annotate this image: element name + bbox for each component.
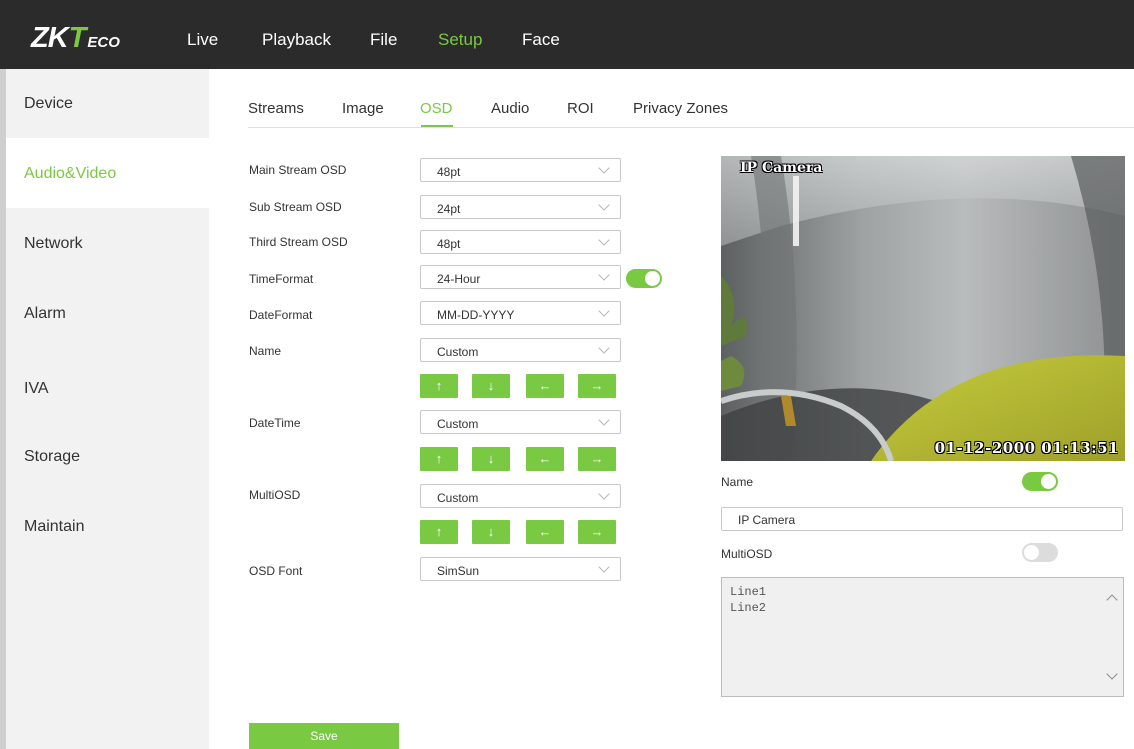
time-format-select[interactable]: 24-Hour [420,265,621,289]
multiosd-textarea[interactable]: Line1 Line2 [721,577,1124,697]
tab-roi[interactable]: ROI [567,100,594,117]
name-move-right-button[interactable]: → [578,374,616,398]
tab-image[interactable]: Image [342,100,384,117]
multiosd-position-value: Custom [437,491,479,505]
datetime-position-value: Custom [437,417,479,431]
label-time-format: TimeFormat [249,272,314,286]
label-multiosd-text: MultiOSD [721,547,773,561]
chevron-down-icon [598,488,610,500]
sidebar-item-network[interactable]: Network [24,235,83,253]
chevron-down-icon [598,305,610,317]
toggle-knob [1024,545,1039,560]
sidebar-item-audio-video[interactable]: Audio&Video [24,165,116,183]
sub-stream-osd-select[interactable]: 24pt [420,195,621,219]
name-move-down-button[interactable]: ↓ [472,374,510,398]
nav-file[interactable]: File [370,30,397,50]
datetime-move-down-button[interactable]: ↓ [472,447,510,471]
toggle-knob [1041,474,1056,489]
zkteco-logo: ZK T ECO [31,22,120,54]
label-sub-stream-osd: Sub Stream OSD [249,200,342,214]
multiosd-move-up-button[interactable]: ↑ [420,520,458,544]
tab-streams[interactable]: Streams [248,100,304,117]
chevron-down-icon [598,199,610,211]
multiosd-toggle[interactable] [1022,543,1058,562]
date-format-select[interactable]: MM-DD-YYYY [420,301,621,325]
sidebar-item-iva[interactable]: IVA [24,380,49,398]
chevron-down-icon [598,342,610,354]
third-stream-osd-select[interactable]: 48pt [420,230,621,254]
chevron-down-icon [598,414,610,426]
camera-preview: IP Camera 01-12-2000 01:13:51 [721,156,1125,461]
save-button[interactable]: Save [249,723,399,749]
top-navigation-bar: ZK T ECO Live Playback File Setup Face [0,0,1134,69]
osd-font-value: SimSun [437,564,480,578]
label-date-format: DateFormat [249,308,313,322]
osd-datetime-overlay: 01-12-2000 01:13:51 [934,439,1119,457]
name-position-value: Custom [437,345,479,359]
chevron-down-icon [598,162,610,174]
tab-audio[interactable]: Audio [491,100,529,117]
tab-active-underline [421,125,453,127]
sidebar-item-device[interactable]: Device [24,95,73,113]
date-format-value: MM-DD-YYYY [437,308,515,322]
multiosd-position-select[interactable]: Custom [420,484,621,508]
sub-stream-osd-value: 24pt [437,202,461,216]
label-multiosd: MultiOSD [249,488,301,502]
multiosd-move-right-button[interactable]: → [578,520,616,544]
datetime-move-up-button[interactable]: ↑ [420,447,458,471]
multiosd-line: Line1 [730,585,767,599]
datetime-move-right-button[interactable]: → [578,447,616,471]
label-osd-font: OSD Font [249,564,303,578]
osd-name-input[interactable]: IP Camera [721,507,1123,531]
nav-setup[interactable]: Setup [438,30,482,50]
label-datetime: DateTime [249,416,301,430]
sidebar-item-alarm[interactable]: Alarm [24,305,66,323]
name-move-up-button[interactable]: ↑ [420,374,458,398]
camera-scene-image [721,156,1125,461]
scroll-down-icon[interactable] [1106,668,1118,680]
name-move-left-button[interactable]: ← [526,374,564,398]
logo-t: T [68,22,87,54]
nav-face[interactable]: Face [522,30,560,50]
label-main-stream-osd: Main Stream OSD [249,163,347,177]
multiosd-line: Line2 [730,601,767,615]
sub-tabs: Streams Image OSD Audio ROI Privacy Zone… [248,100,1134,128]
third-stream-osd-value: 48pt [437,237,461,251]
multiosd-move-left-button[interactable]: ← [526,520,564,544]
datetime-move-left-button[interactable]: ← [526,447,564,471]
logo-zk: ZK [31,22,69,54]
logo-eco: ECO [87,34,120,51]
time-format-value: 24-Hour [437,272,481,286]
label-name: Name [249,344,282,358]
osd-font-select[interactable]: SimSun [420,557,621,581]
datetime-position-select[interactable]: Custom [420,410,621,434]
nav-live[interactable]: Live [187,30,218,50]
multiosd-move-down-button[interactable]: ↓ [472,520,510,544]
osd-name-overlay: IP Camera [740,160,823,176]
chevron-down-icon [598,234,610,246]
sidebar-item-storage[interactable]: Storage [24,448,80,466]
time-format-toggle[interactable] [626,269,662,288]
tab-privacy-zones[interactable]: Privacy Zones [633,100,728,117]
main-stream-osd-value: 48pt [437,165,461,179]
chevron-down-icon [598,561,610,573]
osd-name-toggle[interactable] [1022,472,1058,491]
label-osd-name: Name [721,475,754,489]
name-position-select[interactable]: Custom [420,338,621,362]
tab-osd[interactable]: OSD [420,100,453,117]
label-third-stream-osd: Third Stream OSD [249,235,348,249]
toggle-knob [645,271,660,286]
chevron-down-icon [598,269,610,281]
main-stream-osd-select[interactable]: 48pt [420,158,621,182]
nav-playback[interactable]: Playback [262,30,331,50]
sidebar-item-maintain[interactable]: Maintain [24,518,84,536]
